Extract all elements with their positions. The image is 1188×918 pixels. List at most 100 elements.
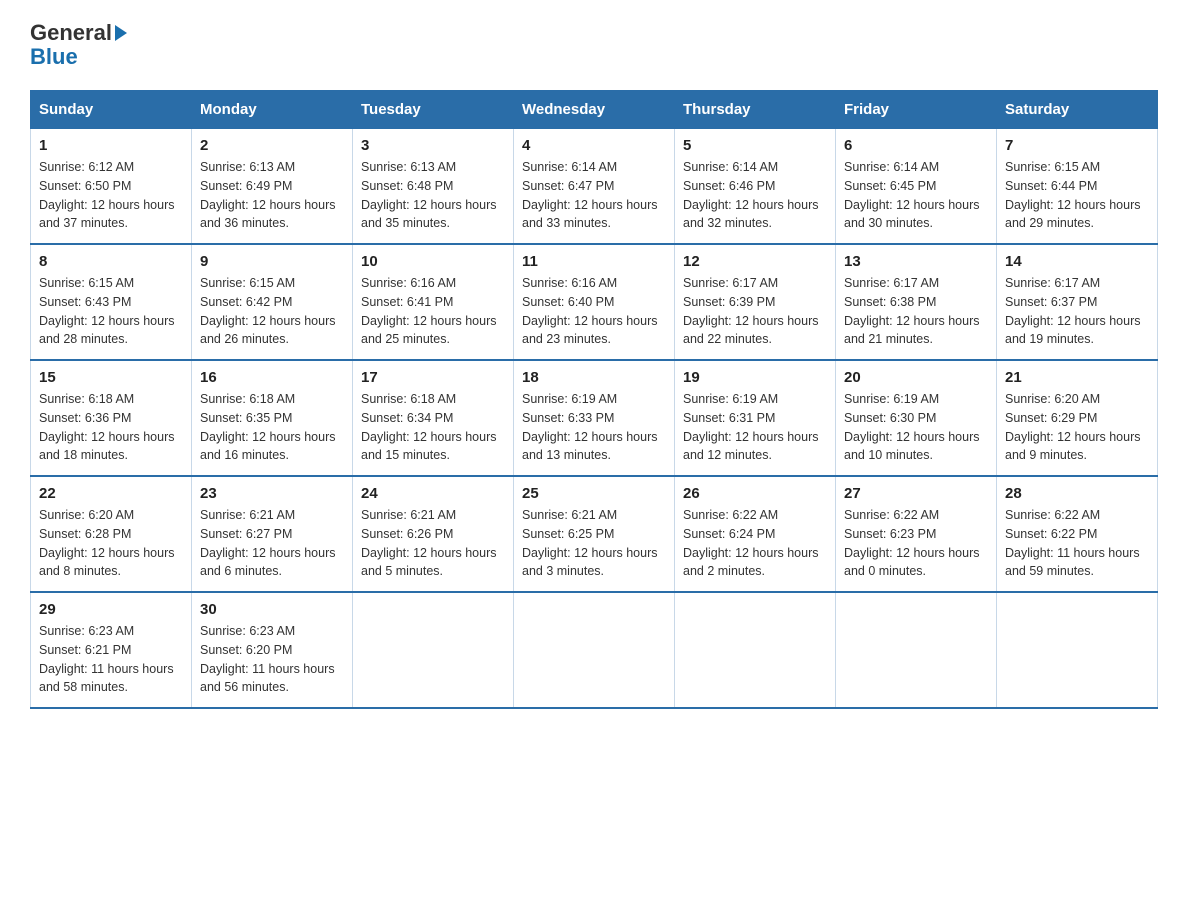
day-number: 24 — [361, 485, 505, 502]
day-info: Sunrise: 6:21 AM Sunset: 6:26 PM Dayligh… — [361, 506, 505, 581]
sunrise-label: Sunrise: 6:21 AM — [200, 508, 295, 522]
day-number: 20 — [844, 369, 988, 386]
daylight-label: Daylight: 12 hours hoursand 26 minutes. — [200, 314, 336, 347]
calendar-cell: 2 Sunrise: 6:13 AM Sunset: 6:49 PM Dayli… — [192, 129, 353, 245]
sunset-label: Sunset: 6:45 PM — [844, 179, 936, 193]
daylight-label: Daylight: 12 hours hoursand 12 minutes. — [683, 430, 819, 463]
sunrise-label: Sunrise: 6:19 AM — [844, 392, 939, 406]
calendar-cell: 3 Sunrise: 6:13 AM Sunset: 6:48 PM Dayli… — [353, 129, 514, 245]
calendar-cell: 10 Sunrise: 6:16 AM Sunset: 6:41 PM Dayl… — [353, 244, 514, 360]
sunset-label: Sunset: 6:43 PM — [39, 295, 131, 309]
day-number: 1 — [39, 137, 183, 154]
calendar-cell: 26 Sunrise: 6:22 AM Sunset: 6:24 PM Dayl… — [675, 476, 836, 592]
sunrise-label: Sunrise: 6:19 AM — [683, 392, 778, 406]
sunrise-label: Sunrise: 6:20 AM — [1005, 392, 1100, 406]
sunrise-label: Sunrise: 6:23 AM — [200, 624, 295, 638]
sunrise-label: Sunrise: 6:21 AM — [361, 508, 456, 522]
logo: General Blue — [30, 20, 127, 70]
sunrise-label: Sunrise: 6:13 AM — [200, 160, 295, 174]
day-info: Sunrise: 6:19 AM Sunset: 6:30 PM Dayligh… — [844, 390, 988, 465]
sunrise-label: Sunrise: 6:15 AM — [1005, 160, 1100, 174]
daylight-label: Daylight: 12 hours hoursand 5 minutes. — [361, 546, 497, 579]
sunset-label: Sunset: 6:36 PM — [39, 411, 131, 425]
column-header-saturday: Saturday — [997, 91, 1158, 129]
sunset-label: Sunset: 6:31 PM — [683, 411, 775, 425]
sunrise-label: Sunrise: 6:15 AM — [39, 276, 134, 290]
daylight-label: Daylight: 12 hours hoursand 3 minutes. — [522, 546, 658, 579]
sunset-label: Sunset: 6:22 PM — [1005, 527, 1097, 541]
day-info: Sunrise: 6:23 AM Sunset: 6:20 PM Dayligh… — [200, 622, 344, 697]
calendar-cell — [514, 592, 675, 708]
day-info: Sunrise: 6:22 AM Sunset: 6:24 PM Dayligh… — [683, 506, 827, 581]
calendar-cell: 25 Sunrise: 6:21 AM Sunset: 6:25 PM Dayl… — [514, 476, 675, 592]
day-info: Sunrise: 6:17 AM Sunset: 6:39 PM Dayligh… — [683, 274, 827, 349]
calendar-week-row: 1 Sunrise: 6:12 AM Sunset: 6:50 PM Dayli… — [31, 129, 1158, 245]
logo-wrap: General Blue — [30, 20, 127, 70]
sunrise-label: Sunrise: 6:18 AM — [39, 392, 134, 406]
daylight-label: Daylight: 12 hours hoursand 32 minutes. — [683, 198, 819, 231]
sunrise-label: Sunrise: 6:22 AM — [683, 508, 778, 522]
day-info: Sunrise: 6:14 AM Sunset: 6:45 PM Dayligh… — [844, 158, 988, 233]
calendar-cell: 16 Sunrise: 6:18 AM Sunset: 6:35 PM Dayl… — [192, 360, 353, 476]
day-number: 27 — [844, 485, 988, 502]
day-number: 12 — [683, 253, 827, 270]
daylight-label: Daylight: 11 hours hoursand 58 minutes. — [39, 662, 174, 695]
sunrise-label: Sunrise: 6:19 AM — [522, 392, 617, 406]
daylight-label: Daylight: 12 hours hoursand 9 minutes. — [1005, 430, 1141, 463]
day-number: 18 — [522, 369, 666, 386]
day-number: 13 — [844, 253, 988, 270]
sunset-label: Sunset: 6:21 PM — [39, 643, 131, 657]
day-info: Sunrise: 6:19 AM Sunset: 6:33 PM Dayligh… — [522, 390, 666, 465]
calendar-cell: 20 Sunrise: 6:19 AM Sunset: 6:30 PM Dayl… — [836, 360, 997, 476]
sunrise-label: Sunrise: 6:15 AM — [200, 276, 295, 290]
page-header: General Blue — [30, 20, 1158, 70]
calendar-cell: 13 Sunrise: 6:17 AM Sunset: 6:38 PM Dayl… — [836, 244, 997, 360]
calendar-table: SundayMondayTuesdayWednesdayThursdayFrid… — [30, 90, 1158, 709]
sunset-label: Sunset: 6:37 PM — [1005, 295, 1097, 309]
day-number: 23 — [200, 485, 344, 502]
column-header-wednesday: Wednesday — [514, 91, 675, 129]
sunrise-label: Sunrise: 6:17 AM — [844, 276, 939, 290]
daylight-label: Daylight: 12 hours hoursand 28 minutes. — [39, 314, 175, 347]
sunset-label: Sunset: 6:29 PM — [1005, 411, 1097, 425]
daylight-label: Daylight: 12 hours hoursand 35 minutes. — [361, 198, 497, 231]
sunrise-label: Sunrise: 6:16 AM — [361, 276, 456, 290]
daylight-label: Daylight: 12 hours hoursand 18 minutes. — [39, 430, 175, 463]
sunset-label: Sunset: 6:34 PM — [361, 411, 453, 425]
calendar-cell — [675, 592, 836, 708]
day-info: Sunrise: 6:17 AM Sunset: 6:38 PM Dayligh… — [844, 274, 988, 349]
day-info: Sunrise: 6:20 AM Sunset: 6:29 PM Dayligh… — [1005, 390, 1149, 465]
sunset-label: Sunset: 6:26 PM — [361, 527, 453, 541]
daylight-label: Daylight: 12 hours hoursand 22 minutes. — [683, 314, 819, 347]
day-info: Sunrise: 6:19 AM Sunset: 6:31 PM Dayligh… — [683, 390, 827, 465]
calendar-cell: 8 Sunrise: 6:15 AM Sunset: 6:43 PM Dayli… — [31, 244, 192, 360]
calendar-cell: 15 Sunrise: 6:18 AM Sunset: 6:36 PM Dayl… — [31, 360, 192, 476]
daylight-label: Daylight: 12 hours hoursand 33 minutes. — [522, 198, 658, 231]
calendar-cell: 30 Sunrise: 6:23 AM Sunset: 6:20 PM Dayl… — [192, 592, 353, 708]
calendar-cell: 12 Sunrise: 6:17 AM Sunset: 6:39 PM Dayl… — [675, 244, 836, 360]
calendar-week-row: 29 Sunrise: 6:23 AM Sunset: 6:21 PM Dayl… — [31, 592, 1158, 708]
logo-blue: Blue — [30, 44, 127, 70]
calendar-cell: 21 Sunrise: 6:20 AM Sunset: 6:29 PM Dayl… — [997, 360, 1158, 476]
calendar-cell: 7 Sunrise: 6:15 AM Sunset: 6:44 PM Dayli… — [997, 129, 1158, 245]
sunrise-label: Sunrise: 6:22 AM — [1005, 508, 1100, 522]
day-number: 22 — [39, 485, 183, 502]
day-number: 10 — [361, 253, 505, 270]
day-number: 4 — [522, 137, 666, 154]
daylight-label: Daylight: 11 hours hoursand 59 minutes. — [1005, 546, 1140, 579]
sunset-label: Sunset: 6:23 PM — [844, 527, 936, 541]
sunrise-label: Sunrise: 6:17 AM — [1005, 276, 1100, 290]
sunset-label: Sunset: 6:48 PM — [361, 179, 453, 193]
daylight-label: Daylight: 12 hours hoursand 29 minutes. — [1005, 198, 1141, 231]
daylight-label: Daylight: 12 hours hoursand 36 minutes. — [200, 198, 336, 231]
sunrise-label: Sunrise: 6:17 AM — [683, 276, 778, 290]
day-info: Sunrise: 6:22 AM Sunset: 6:22 PM Dayligh… — [1005, 506, 1149, 581]
day-info: Sunrise: 6:18 AM Sunset: 6:36 PM Dayligh… — [39, 390, 183, 465]
day-info: Sunrise: 6:14 AM Sunset: 6:47 PM Dayligh… — [522, 158, 666, 233]
sunset-label: Sunset: 6:44 PM — [1005, 179, 1097, 193]
day-info: Sunrise: 6:21 AM Sunset: 6:25 PM Dayligh… — [522, 506, 666, 581]
day-number: 7 — [1005, 137, 1149, 154]
day-info: Sunrise: 6:13 AM Sunset: 6:49 PM Dayligh… — [200, 158, 344, 233]
day-number: 25 — [522, 485, 666, 502]
day-number: 15 — [39, 369, 183, 386]
